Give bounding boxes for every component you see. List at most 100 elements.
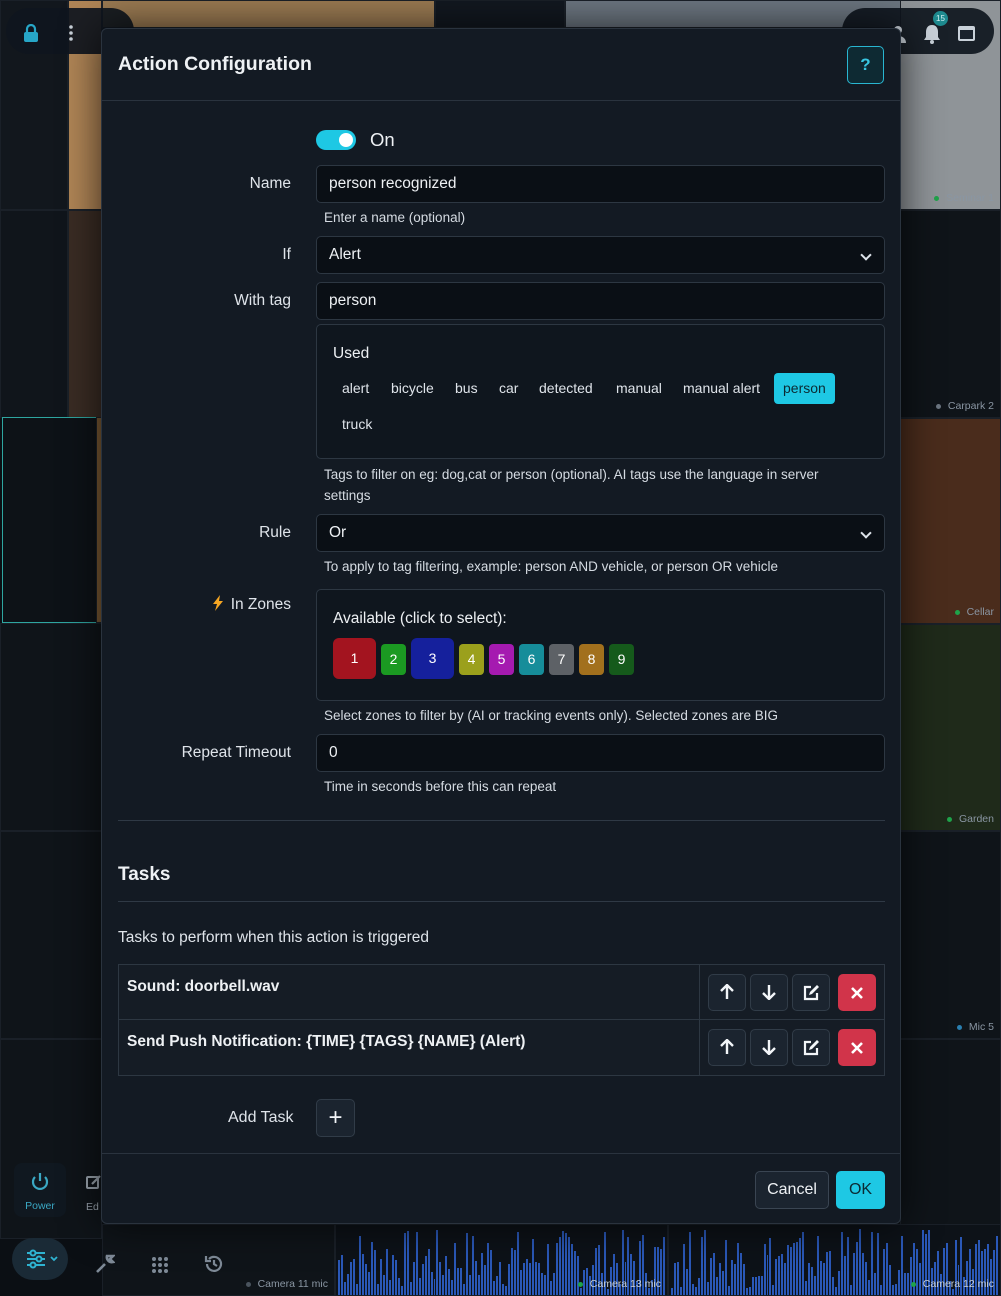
zones-hint: Select zones to filter by (AI or trackin… — [324, 708, 778, 723]
ok-button[interactable]: OK — [836, 1171, 885, 1209]
waveform-bar — [526, 1259, 528, 1295]
waveform-bar — [561, 1231, 564, 1295]
waveform-bar — [808, 1263, 811, 1295]
edit-task-button[interactable] — [792, 1029, 830, 1066]
chevron-down-icon — [860, 249, 872, 261]
waveform-bar — [838, 1271, 841, 1295]
settings-menu-button[interactable] — [12, 1238, 68, 1280]
waveform-bar — [685, 1269, 688, 1295]
zone-chip[interactable]: 7 — [549, 644, 574, 675]
tag-input[interactable]: person — [316, 282, 885, 320]
camera-tile[interactable] — [0, 210, 68, 418]
waveform-bar — [472, 1236, 475, 1295]
waveform-bar — [543, 1275, 546, 1295]
waveform-bar — [864, 1262, 867, 1295]
zone-chip[interactable]: 4 — [459, 644, 484, 675]
zones-label: In Zones — [213, 595, 291, 614]
zone-chip[interactable]: 5 — [489, 644, 514, 675]
history-icon[interactable] — [204, 1254, 224, 1280]
delete-task-button[interactable] — [838, 1029, 876, 1066]
waveform-bar — [349, 1262, 352, 1295]
task-row: Sound: doorbell.wav — [119, 965, 884, 1020]
audio-tile[interactable]: Camera 13 mic — [335, 1224, 668, 1296]
camera-tile[interactable] — [0, 831, 102, 1039]
if-select[interactable]: Alert — [316, 236, 885, 274]
power-button[interactable]: Power — [14, 1163, 66, 1217]
waveform-bar — [775, 1259, 778, 1295]
grid-icon[interactable] — [151, 1256, 169, 1280]
window-icon[interactable] — [957, 25, 976, 47]
delete-task-button[interactable] — [838, 974, 876, 1011]
move-down-button[interactable] — [750, 1029, 788, 1066]
tag-chip[interactable]: bicycle — [382, 373, 443, 404]
camera-tile[interactable]: Cellar — [900, 418, 1001, 624]
help-button[interactable]: ? — [847, 46, 884, 84]
camera-label: Camera 13 mic — [577, 1278, 661, 1290]
wrench-icon[interactable] — [95, 1254, 117, 1280]
waveform-bar — [688, 1232, 691, 1295]
waveform-bar — [673, 1263, 676, 1295]
tag-chip[interactable]: alert — [333, 373, 378, 404]
waveform-bar — [549, 1281, 552, 1295]
tag-chip[interactable]: car — [490, 373, 527, 404]
name-label: Name — [249, 175, 291, 192]
dialog-footer: Cancel OK — [102, 1153, 900, 1225]
edit-icon — [803, 985, 819, 1001]
audio-tile[interactable]: Camera 12 mic — [668, 1224, 1001, 1296]
zone-chip[interactable]: 8 — [579, 644, 604, 675]
enabled-toggle[interactable] — [316, 130, 356, 150]
waveform-bar — [436, 1230, 439, 1295]
waveform-bar — [427, 1249, 430, 1295]
rule-select[interactable]: Or — [316, 514, 885, 552]
add-task-button[interactable]: + — [316, 1099, 355, 1137]
camera-tile[interactable] — [0, 623, 102, 831]
bell-icon[interactable] — [923, 24, 941, 49]
waveform-bar — [394, 1260, 397, 1295]
move-up-button[interactable] — [708, 974, 746, 1011]
camera-tile[interactable] — [68, 210, 102, 418]
waveform-bar — [882, 1249, 885, 1295]
camera-tile-selected[interactable] — [2, 417, 100, 623]
edit-label: Ed — [86, 1201, 99, 1213]
task-actions — [699, 965, 886, 1019]
waveform-bar — [484, 1265, 487, 1295]
close-icon — [851, 987, 863, 999]
tag-chip[interactable]: truck — [333, 409, 381, 440]
waveform-bar — [490, 1250, 493, 1295]
zone-chip-selected[interactable]: 1 — [333, 638, 376, 679]
waveform-bar — [790, 1247, 793, 1295]
lock-icon[interactable] — [23, 23, 39, 47]
camera-tile[interactable] — [900, 1039, 1001, 1225]
edit-tile-partial[interactable]: Ed — [86, 1174, 102, 1214]
cancel-button[interactable]: Cancel — [755, 1171, 829, 1209]
zone-chip[interactable]: 2 — [381, 644, 406, 675]
waveform-bar — [903, 1273, 906, 1295]
zone-chip[interactable]: 6 — [519, 644, 544, 675]
zone-chip-selected[interactable]: 3 — [411, 638, 454, 679]
tag-chip[interactable]: bus — [446, 373, 487, 404]
rule-select-value: Or — [329, 524, 347, 541]
tag-chip[interactable]: detected — [530, 373, 602, 404]
waveform-bar — [338, 1260, 340, 1295]
waveform-bar — [415, 1232, 418, 1295]
zone-chip[interactable]: 9 — [609, 644, 634, 675]
move-down-button[interactable] — [750, 974, 788, 1011]
waveform-bar — [445, 1256, 448, 1295]
name-input[interactable]: person recognized — [316, 165, 885, 203]
waveform-bar — [814, 1276, 817, 1295]
waveform-bar — [856, 1242, 859, 1295]
move-up-button[interactable] — [708, 1029, 746, 1066]
camera-tile[interactable]: Mic 5 — [900, 831, 1001, 1039]
waveform-bar — [832, 1277, 835, 1295]
waveform-bar — [766, 1255, 769, 1295]
status-dot — [935, 403, 941, 409]
camera-tile[interactable]: Carpark 2 — [900, 210, 1001, 418]
waveform-bar — [826, 1252, 829, 1295]
more-vertical-icon[interactable] — [64, 24, 78, 47]
tag-chip-selected[interactable]: person — [774, 373, 835, 404]
tag-chip[interactable]: manual alert — [674, 373, 769, 404]
edit-task-button[interactable] — [792, 974, 830, 1011]
camera-tile[interactable]: Garden — [900, 624, 1001, 831]
repeat-timeout-input[interactable]: 0 — [316, 734, 885, 772]
tag-chip[interactable]: manual — [607, 373, 671, 404]
